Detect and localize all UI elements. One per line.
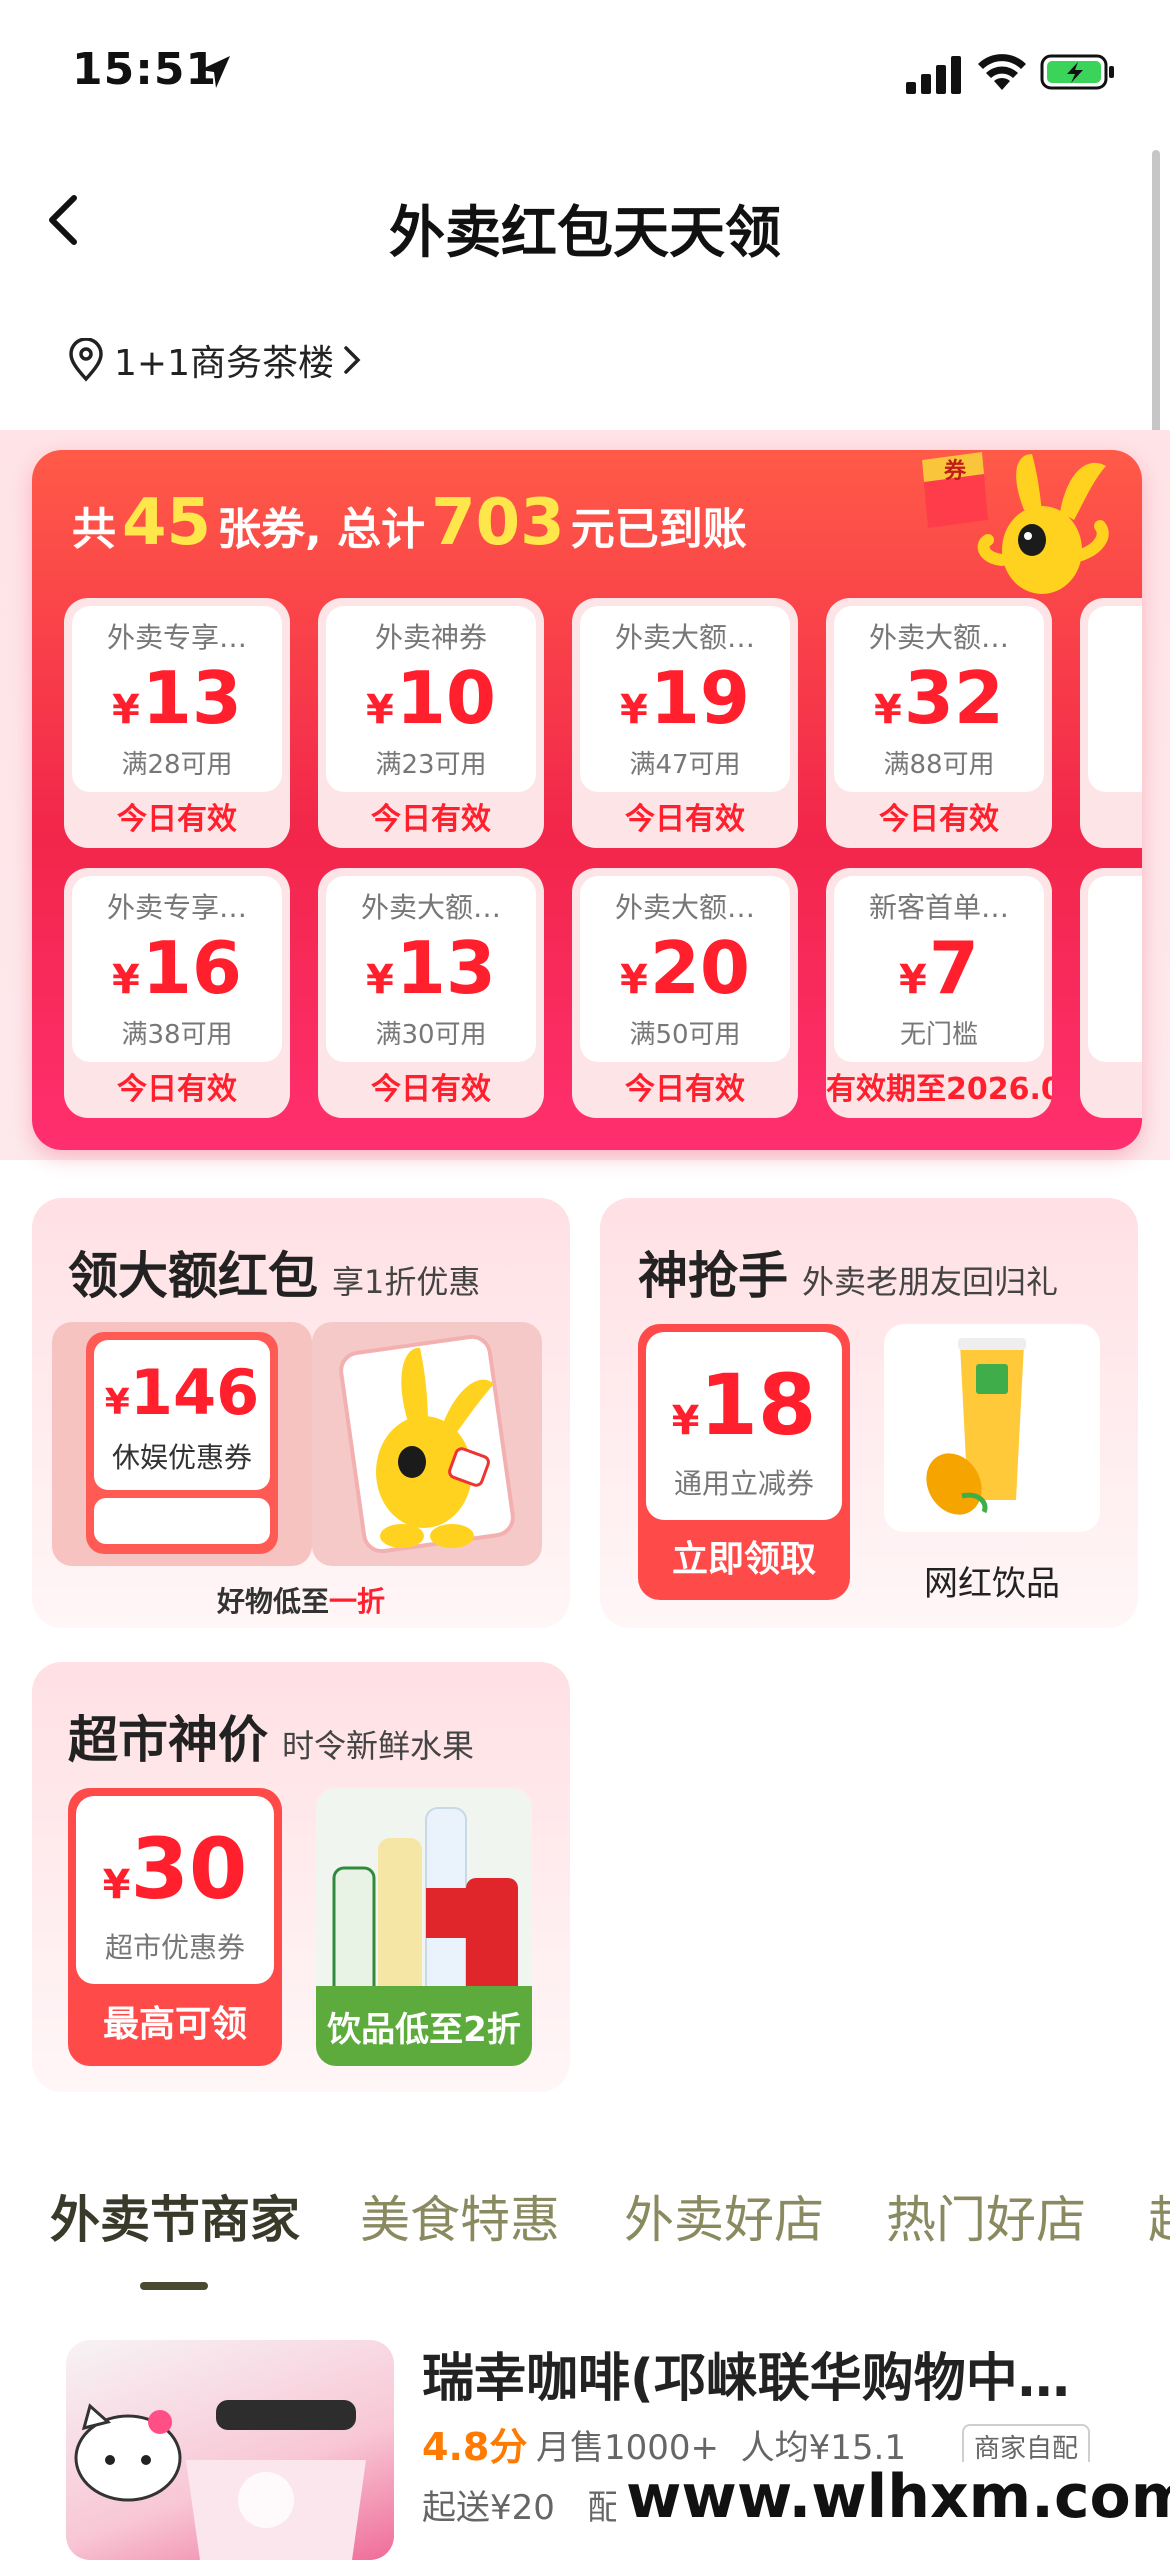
claim-now-button[interactable]: 立即领取	[638, 1522, 850, 1600]
coupon-condition: 无门槛	[899, 1020, 978, 1050]
product-label: 网红饮品	[924, 1564, 1060, 1604]
tab-item[interactable]: 美食特惠	[360, 2180, 560, 2252]
drinks-banner: 饮品低至2折	[327, 2010, 521, 2050]
mango-drink-icon	[926, 1338, 1026, 1515]
coupon-condition: 满38可用	[121, 1020, 233, 1050]
tab-item[interactable]: 外卖好店	[624, 2180, 824, 2252]
page-title: 外卖红包天天领	[389, 201, 781, 266]
coupon-condition: 满28可用	[121, 750, 233, 780]
tab-item[interactable]: 超	[1148, 2180, 1170, 2252]
coupon-card[interactable]: 王	[1080, 868, 1142, 1118]
coupon-card[interactable]: 闪	[1080, 598, 1142, 848]
active-tab-indicator	[140, 2282, 208, 2290]
big-red-packet-card[interactable]: 领大额红包 享1折优惠 ¥146 休娱优惠券 好物低至一折	[32, 1198, 570, 1628]
coupon-amount: ¥10	[365, 656, 497, 740]
coupon-name: 外卖大额…	[614, 891, 755, 924]
coupon-validity: 有效期至2026.0	[826, 1072, 1052, 1107]
coupon-card[interactable]: 外卖大额… ¥13 满30可用今日有效	[318, 868, 544, 1118]
coupon-card[interactable]: 新客首单… ¥7 无门槛有效期至2026.0	[826, 868, 1052, 1118]
location-pin-icon	[69, 338, 103, 382]
coupon-card[interactable]: 外卖专享… ¥16 满38可用今日有效	[64, 868, 290, 1118]
coupon-condition: 满23可用	[375, 750, 487, 780]
mascot-phone-icon	[312, 1322, 542, 1566]
coupon-name: 外卖大额…	[614, 621, 755, 654]
card-title: 领大额红包	[68, 1247, 318, 1305]
packet-voucher[interactable]: ¥146 休娱优惠券	[52, 1322, 312, 1566]
coupon-card[interactable]: 外卖大额… ¥20 满50可用今日有效	[572, 868, 798, 1118]
hello-kitty-coffee-image-icon	[74, 2400, 366, 2560]
coupon-card[interactable]: 外卖专享… ¥13 满28可用今日有效	[64, 598, 290, 848]
coupon-condition: 满50可用	[629, 1020, 741, 1050]
coupon-total: 703	[431, 486, 565, 560]
voucher-label: 超市优惠券	[104, 1931, 245, 1964]
wifi-icon	[978, 54, 1026, 90]
address-selector[interactable]: 1+1商务茶楼	[66, 330, 376, 390]
coupon-name: 闪	[1080, 616, 1142, 656]
store-thumbnail[interactable]	[66, 2340, 394, 2560]
coupon-name: 外卖专享…	[106, 891, 247, 924]
coupon-condition: 满30可用	[375, 1020, 487, 1050]
drinks-product-image[interactable]: 饮品低至2折	[316, 1788, 532, 2066]
packet-amount: ¥146	[104, 1356, 260, 1429]
coupon-name: 外卖大额…	[868, 621, 1009, 654]
coupon-amount: ¥16	[111, 926, 243, 1010]
tab-item[interactable]: 外卖节商家	[50, 2180, 300, 2252]
tab-item[interactable]: 热门好店	[886, 2180, 1086, 2252]
address-text: 1+1商务茶楼	[114, 343, 334, 384]
min-order: 起送¥20 配	[422, 2488, 622, 2528]
supermarket-voucher[interactable]: ¥30 超市优惠券 最高可领	[68, 1788, 282, 2066]
voucher-amount: ¥30	[102, 1820, 248, 1918]
card-subtitle: 享1折优惠	[332, 1263, 481, 1301]
voucher-label: 通用立减券	[673, 1467, 814, 1500]
coupon-amount: ¥20	[619, 926, 751, 1010]
coupon-validity: 今日有效	[625, 1072, 745, 1107]
coupon-name: 新客首单…	[868, 891, 1009, 924]
coupon-validity: 今日有效	[117, 1072, 237, 1107]
coupon-validity: 今日有效	[371, 802, 491, 837]
packet-label: 休娱优惠券	[111, 1441, 252, 1474]
watermark-text: www.wlhxm.com	[616, 2462, 1170, 2532]
coupon-name: 外卖神券	[374, 621, 487, 654]
voucher-amount: ¥18	[671, 1356, 817, 1454]
card-subtitle: 外卖老朋友回归礼	[802, 1263, 1059, 1301]
card-subtitle: 时令新鲜水果	[282, 1727, 475, 1765]
coupon-panel: 共45 张券, 总计703 元已到账 券 外卖专享… ¥13 满28可用 今日有效 外卖神券…	[32, 450, 1142, 1150]
coupon-amount: ¥13	[365, 926, 497, 1010]
coupon-amount: ¥32	[873, 656, 1005, 740]
coupon-amount: ¥19	[619, 656, 751, 740]
shenqiangshou-voucher[interactable]: ¥18 通用立减券 立即领取	[638, 1324, 850, 1600]
coupon-name: 外卖专享…	[106, 621, 247, 654]
svg-text:券: 券	[943, 458, 967, 484]
location-arrow-icon	[200, 56, 230, 88]
packet-footer: 好物低至一折	[216, 1585, 386, 1618]
status-bar: 15:51	[0, 0, 1170, 140]
battery-charging-icon	[1040, 54, 1114, 90]
max-claim-button[interactable]: 最高可领	[68, 1986, 282, 2066]
coupon-validity: 今日有效	[625, 802, 745, 837]
store-rating: 4.8分	[422, 2425, 528, 2469]
coupon-amount: ¥13	[111, 656, 243, 740]
coupon-condition: 满88可用	[883, 750, 995, 780]
coupon-card[interactable]: 外卖大额… ¥32 满88可用今日有效	[826, 598, 1052, 848]
shenqiangshou-card[interactable]: 神抢手 外卖老朋友回归礼 ¥18 通用立减券 立即领取 网红饮品	[600, 1198, 1138, 1628]
chevron-right-icon	[344, 346, 361, 374]
coupon-name: 外卖大额…	[360, 891, 501, 924]
mascot-with-coupon-icon: 券	[922, 452, 1109, 594]
coupon-count: 45	[122, 486, 212, 560]
coupon-condition: 满47可用	[629, 750, 741, 780]
coupon-name: 王	[1080, 886, 1142, 926]
card-title: 神抢手	[638, 1247, 788, 1305]
coupon-validity: 今日有效	[117, 802, 237, 837]
coupon-summary: 共45 张券, 总计703 元已到账	[72, 486, 747, 560]
coupon-validity: 今日有效	[879, 802, 999, 837]
card-title: 超市神价	[68, 1711, 268, 1769]
supermarket-card[interactable]: 超市神价 时令新鲜水果 ¥30 超市优惠券 最高可领 饮品低至2折	[32, 1662, 570, 2092]
coupon-amount: ¥7	[899, 926, 979, 1010]
cellular-signal-icon	[906, 56, 961, 94]
drink-product-image[interactable]	[884, 1324, 1100, 1532]
coupon-card[interactable]: 外卖神券 ¥10 满23可用今日有效	[318, 598, 544, 848]
store-name[interactable]: 瑞幸咖啡(邛崃联华购物中…	[422, 2336, 1070, 2411]
coupon-validity: 今日有效	[371, 1072, 491, 1107]
coupon-card[interactable]: 外卖大额… ¥19 满47可用今日有效	[572, 598, 798, 848]
